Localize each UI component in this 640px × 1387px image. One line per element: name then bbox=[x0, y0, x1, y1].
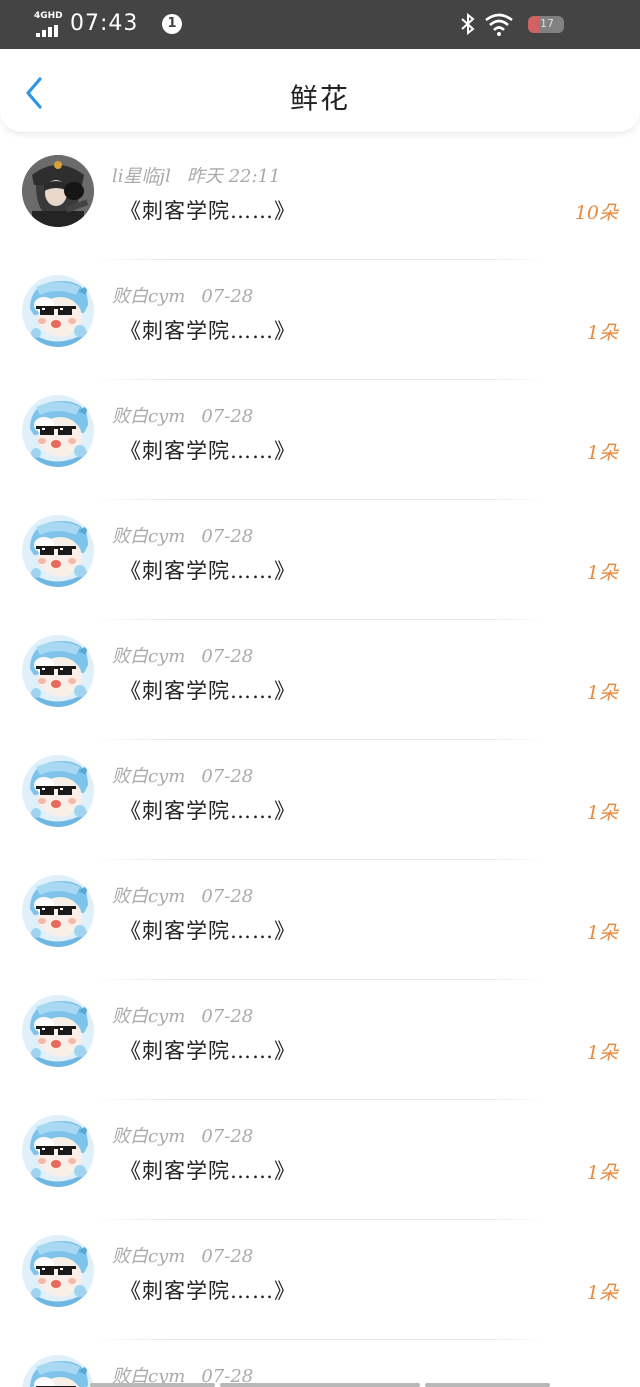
sender-name: 败白cym bbox=[112, 1006, 186, 1027]
item-meta: 败白cym 07-28 bbox=[112, 522, 253, 548]
item-message: 《刺客学院……》 bbox=[120, 199, 296, 223]
item-message: 《刺客学院……》 bbox=[120, 919, 296, 943]
avatar[interactable] bbox=[22, 995, 94, 1067]
item-meta: 败白cym 07-28 bbox=[112, 762, 253, 788]
flower-count: 1朵 bbox=[586, 1282, 618, 1304]
item-message: 《刺客学院……》 bbox=[120, 319, 296, 343]
flower-count: 1朵 bbox=[586, 562, 618, 584]
item-message: 《刺客学院……》 bbox=[120, 1159, 296, 1183]
item-date: 07-28 bbox=[201, 526, 254, 547]
item-message: 《刺客学院……》 bbox=[120, 439, 296, 463]
sender-name: 败白cym bbox=[112, 1126, 186, 1147]
sender-name: 败白cym bbox=[112, 1246, 186, 1267]
sender-name: 败白cym bbox=[112, 646, 186, 667]
list-item[interactable]: 败白cym 07-28 《刺客学院……》 1朵 bbox=[0, 980, 640, 1100]
battery-level: 17 bbox=[540, 17, 554, 30]
sender-name: 败白cym bbox=[112, 886, 186, 907]
list-item[interactable]: 败白cym 07-28 bbox=[0, 1340, 640, 1387]
home-indicator bbox=[0, 1381, 640, 1387]
avatar[interactable] bbox=[22, 395, 94, 467]
flower-count: 1朵 bbox=[586, 1042, 618, 1064]
item-meta: 败白cym 07-28 bbox=[112, 282, 253, 308]
nav-bar: 鲜花 bbox=[0, 49, 640, 133]
item-date: 07-28 bbox=[201, 286, 254, 307]
sender-name: 败白cym bbox=[112, 406, 186, 427]
item-message: 《刺客学院……》 bbox=[120, 1279, 296, 1303]
item-date: 07-28 bbox=[201, 886, 254, 907]
signal-icon bbox=[36, 25, 58, 37]
page-title: 鲜花 bbox=[289, 82, 350, 115]
notification-badge: 1 bbox=[162, 14, 182, 34]
flower-count: 10朵 bbox=[574, 202, 618, 224]
avatar[interactable] bbox=[22, 1115, 94, 1187]
item-message: 《刺客学院……》 bbox=[120, 799, 296, 823]
flower-count: 1朵 bbox=[586, 1162, 618, 1184]
sender-name: 败白cym bbox=[112, 286, 186, 307]
bluetooth-icon bbox=[461, 13, 475, 35]
avatar[interactable] bbox=[22, 755, 94, 827]
flower-count: 1朵 bbox=[586, 442, 618, 464]
avatar[interactable] bbox=[22, 1235, 94, 1307]
list-item[interactable]: 败白cym 07-28 《刺客学院……》 1朵 bbox=[0, 860, 640, 980]
sender-name: 败白cym bbox=[112, 766, 186, 787]
avatar[interactable] bbox=[22, 275, 94, 347]
clock: 07:43 bbox=[70, 11, 139, 36]
sender-name: 败白cym bbox=[112, 526, 186, 547]
flower-count: 1朵 bbox=[586, 682, 618, 704]
sender-name: li星临jl bbox=[112, 166, 171, 187]
flower-count: 1朵 bbox=[586, 322, 618, 344]
list-item[interactable]: 败白cym 07-28 《刺客学院……》 1朵 bbox=[0, 380, 640, 500]
item-meta: li星临jl 昨天 22:11 bbox=[112, 162, 280, 188]
flower-count: 1朵 bbox=[586, 922, 618, 944]
status-right: 17 bbox=[460, 10, 610, 38]
item-meta: 败白cym 07-28 bbox=[112, 1242, 253, 1268]
list-item[interactable]: 败白cym 07-28 《刺客学院……》 1朵 bbox=[0, 1220, 640, 1340]
item-date: 昨天 22:11 bbox=[186, 166, 281, 187]
item-meta: 败白cym 07-28 bbox=[112, 1002, 253, 1028]
item-meta: 败白cym 07-28 bbox=[112, 642, 253, 668]
list-item[interactable]: 败白cym 07-28 《刺客学院……》 1朵 bbox=[0, 260, 640, 380]
status-bar: 4GHD 07:43 1 17 bbox=[0, 0, 640, 49]
list-item[interactable]: 败白cym 07-28 《刺客学院……》 1朵 bbox=[0, 620, 640, 740]
list-item[interactable]: 败白cym 07-28 《刺客学院……》 1朵 bbox=[0, 1100, 640, 1220]
item-date: 07-28 bbox=[201, 1246, 254, 1267]
item-meta: 败白cym 07-28 bbox=[112, 402, 253, 428]
list-item[interactable]: 败白cym 07-28 《刺客学院……》 1朵 bbox=[0, 740, 640, 860]
item-meta: 败白cym 07-28 bbox=[112, 882, 253, 908]
battery-icon: 17 bbox=[528, 16, 564, 33]
avatar[interactable] bbox=[22, 155, 94, 227]
network-type: 4GHD bbox=[34, 11, 63, 21]
item-message: 《刺客学院……》 bbox=[120, 1039, 296, 1063]
list-item[interactable]: li星临jl 昨天 22:11 《刺客学院……》 10朵 bbox=[0, 140, 640, 260]
wifi-icon bbox=[485, 13, 513, 36]
item-message: 《刺客学院……》 bbox=[120, 679, 296, 703]
avatar[interactable] bbox=[22, 515, 94, 587]
item-date: 07-28 bbox=[201, 646, 254, 667]
avatar[interactable] bbox=[22, 875, 94, 947]
item-date: 07-28 bbox=[201, 1126, 254, 1147]
flower-count: 1朵 bbox=[586, 802, 618, 824]
item-message: 《刺客学院……》 bbox=[120, 559, 296, 583]
list-item[interactable]: 败白cym 07-28 《刺客学院……》 1朵 bbox=[0, 500, 640, 620]
item-date: 07-28 bbox=[201, 1006, 254, 1027]
item-date: 07-28 bbox=[201, 406, 254, 427]
item-meta: 败白cym 07-28 bbox=[112, 1122, 253, 1148]
item-date: 07-28 bbox=[201, 766, 254, 787]
avatar[interactable] bbox=[22, 635, 94, 707]
